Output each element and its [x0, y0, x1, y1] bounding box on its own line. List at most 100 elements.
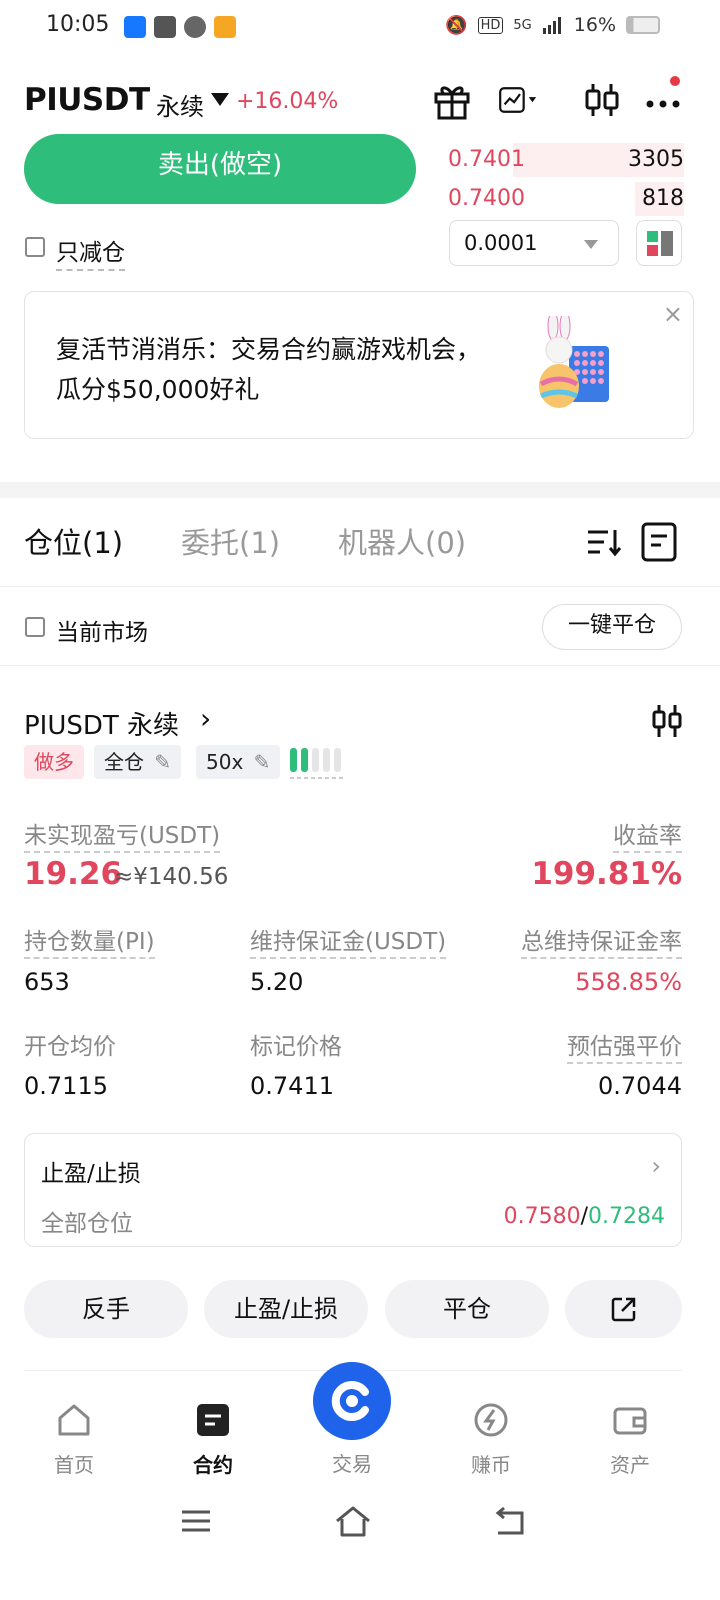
pair-title[interactable]: PIUSDT — [24, 82, 150, 118]
size-value: 653 — [24, 968, 70, 996]
roe-value: 199.81% — [531, 856, 682, 892]
margin-mode-tag[interactable]: 全仓 ✎ — [94, 745, 182, 779]
share-button[interactable] — [565, 1280, 682, 1338]
edit-icon: ✎ — [253, 750, 271, 774]
nav-home-label: 首页 — [54, 1453, 94, 1477]
nav-earn[interactable]: 赚币 — [441, 1400, 541, 1478]
liq-price-label: 预估强平价 — [567, 1027, 682, 1064]
close-icon[interactable]: × — [663, 300, 683, 328]
contract-icon — [197, 1404, 229, 1436]
side-tag: 做多 — [24, 745, 84, 779]
nav-contract-label: 合约 — [193, 1453, 233, 1477]
trade-fab-button[interactable] — [313, 1362, 391, 1440]
contract-type[interactable]: 永续 — [156, 87, 204, 122]
margin-mode-label: 全仓 — [104, 750, 144, 774]
stop-loss-value: 0.7284 — [588, 1204, 665, 1229]
take-profit-value: 0.7580 — [503, 1204, 581, 1229]
back-icon[interactable] — [492, 1505, 528, 1539]
position-title[interactable]: PIUSDT 永续 — [24, 705, 179, 742]
mail-icon — [154, 16, 176, 38]
home-icon — [58, 1404, 90, 1436]
entry-price-value: 0.7115 — [24, 1072, 108, 1100]
tab-orders[interactable]: 委托(1) — [181, 520, 280, 562]
tick-size-value: 0.0001 — [464, 231, 538, 255]
alipay-icon — [124, 16, 146, 38]
tick-size-select[interactable]: 0.0001 — [449, 220, 619, 266]
unrealized-pnl-label: 未实现盈亏(USDT) — [24, 816, 221, 853]
orderbook-layout-button[interactable] — [636, 220, 682, 266]
orderbook-row[interactable]: 0.7401 3305 — [440, 141, 684, 179]
ask-price: 0.7400 — [448, 186, 525, 211]
layout-icon — [647, 231, 673, 256]
current-market-label[interactable]: 当前市场 — [56, 613, 148, 647]
nav-home[interactable]: 首页 — [24, 1400, 124, 1478]
menu-icon[interactable] — [180, 1505, 212, 1537]
tab-positions[interactable]: 仓位(1) — [24, 520, 123, 562]
caret-down-icon[interactable] — [211, 93, 229, 106]
wallet-icon — [613, 1407, 647, 1435]
candlestick-icon[interactable] — [650, 702, 684, 740]
unrealized-pnl-cny: ≈¥140.56 — [114, 864, 229, 890]
caret-down-icon — [584, 240, 598, 249]
tpsl-values: 0.7580/0.7284 — [504, 1204, 665, 1229]
candlestick-icon[interactable] — [580, 78, 624, 122]
mark-price-value: 0.7411 — [250, 1072, 334, 1100]
nav-assets-label: 资产 — [610, 1453, 650, 1477]
chevron-right-icon: › — [651, 1152, 661, 1180]
edit-icon: ✎ — [154, 750, 172, 774]
nav-trade[interactable]: 交易 — [302, 1448, 402, 1477]
battery-icon — [626, 16, 660, 34]
roe-label: 收益率 — [613, 816, 682, 853]
sort-icon[interactable] — [584, 522, 624, 562]
ask-qty: 818 — [642, 186, 684, 211]
maint-ratio-label: 总维持保证金率 — [521, 922, 682, 959]
system-home-icon[interactable] — [334, 1505, 372, 1539]
close-position-button[interactable]: 平仓 — [385, 1280, 549, 1338]
share-icon — [611, 1297, 635, 1322]
maint-margin-label: 维持保证金(USDT) — [250, 922, 447, 959]
ask-qty: 3305 — [628, 147, 684, 172]
banner-text: 复活节消消乐：交易合约赢游戏机会，瓜分$50,000好礼 — [56, 335, 482, 404]
gift-icon[interactable] — [430, 78, 474, 122]
section-divider — [0, 482, 720, 498]
signal-icon — [542, 17, 561, 34]
tabs-divider — [0, 586, 720, 587]
ask-price: 0.7401 — [448, 147, 525, 172]
filter-divider — [0, 665, 720, 666]
reduce-only-label[interactable]: 只减仓 — [56, 233, 125, 271]
reduce-only-checkbox[interactable] — [25, 237, 45, 257]
earn-icon — [474, 1403, 508, 1437]
price-change: +16.04% — [236, 89, 339, 114]
maint-margin-value: 5.20 — [250, 968, 304, 996]
tpsl-title: 止盈/止损 — [41, 1161, 141, 1187]
mute-icon: 🔕 — [445, 14, 468, 36]
more-icon[interactable] — [642, 78, 686, 122]
risk-level-bars — [290, 748, 346, 779]
history-icon[interactable] — [640, 521, 680, 563]
tab-bots[interactable]: 机器人(0) — [338, 520, 466, 562]
current-market-checkbox[interactable] — [25, 617, 45, 637]
leverage-tag[interactable]: 50x ✎ — [196, 745, 281, 779]
tpsl-separator: / — [580, 1204, 589, 1229]
notification-dot — [670, 76, 680, 86]
tpsl-button[interactable]: 止盈/止损 — [204, 1280, 368, 1338]
entry-price-label: 开仓均价 — [24, 1034, 116, 1060]
tpsl-scope: 全部仓位 — [41, 1211, 133, 1237]
promo-banner[interactable]: 复活节消消乐：交易合约赢游戏机会，瓜分$50,000好礼 × — [24, 291, 694, 439]
status-bar: 10:05 🔕 HD 5G 16% — [0, 0, 720, 56]
nav-contract[interactable]: 合约 — [163, 1400, 263, 1478]
reverse-button[interactable]: 反手 — [24, 1280, 188, 1338]
close-all-button[interactable]: 一键平仓 — [542, 604, 682, 650]
size-label: 持仓数量(PI) — [24, 922, 155, 959]
chevron-right-icon[interactable]: › — [200, 702, 211, 735]
sell-short-button[interactable]: 卖出(做空) — [24, 134, 416, 204]
nav-assets[interactable]: 资产 — [580, 1400, 680, 1478]
chart-icon[interactable] — [498, 78, 542, 122]
tpsl-panel[interactable]: 止盈/止损 › 全部仓位 0.7580/0.7284 — [24, 1133, 682, 1247]
unrealized-pnl-value: 19.26 — [24, 856, 123, 892]
trade-icon — [331, 1381, 369, 1421]
liq-price-value: 0.7044 — [598, 1072, 682, 1100]
header: PIUSDT 永续 +16.04% — [0, 70, 720, 130]
mark-price-label: 标记价格 — [250, 1034, 342, 1060]
orderbook-row[interactable]: 0.7400 818 — [440, 180, 684, 218]
